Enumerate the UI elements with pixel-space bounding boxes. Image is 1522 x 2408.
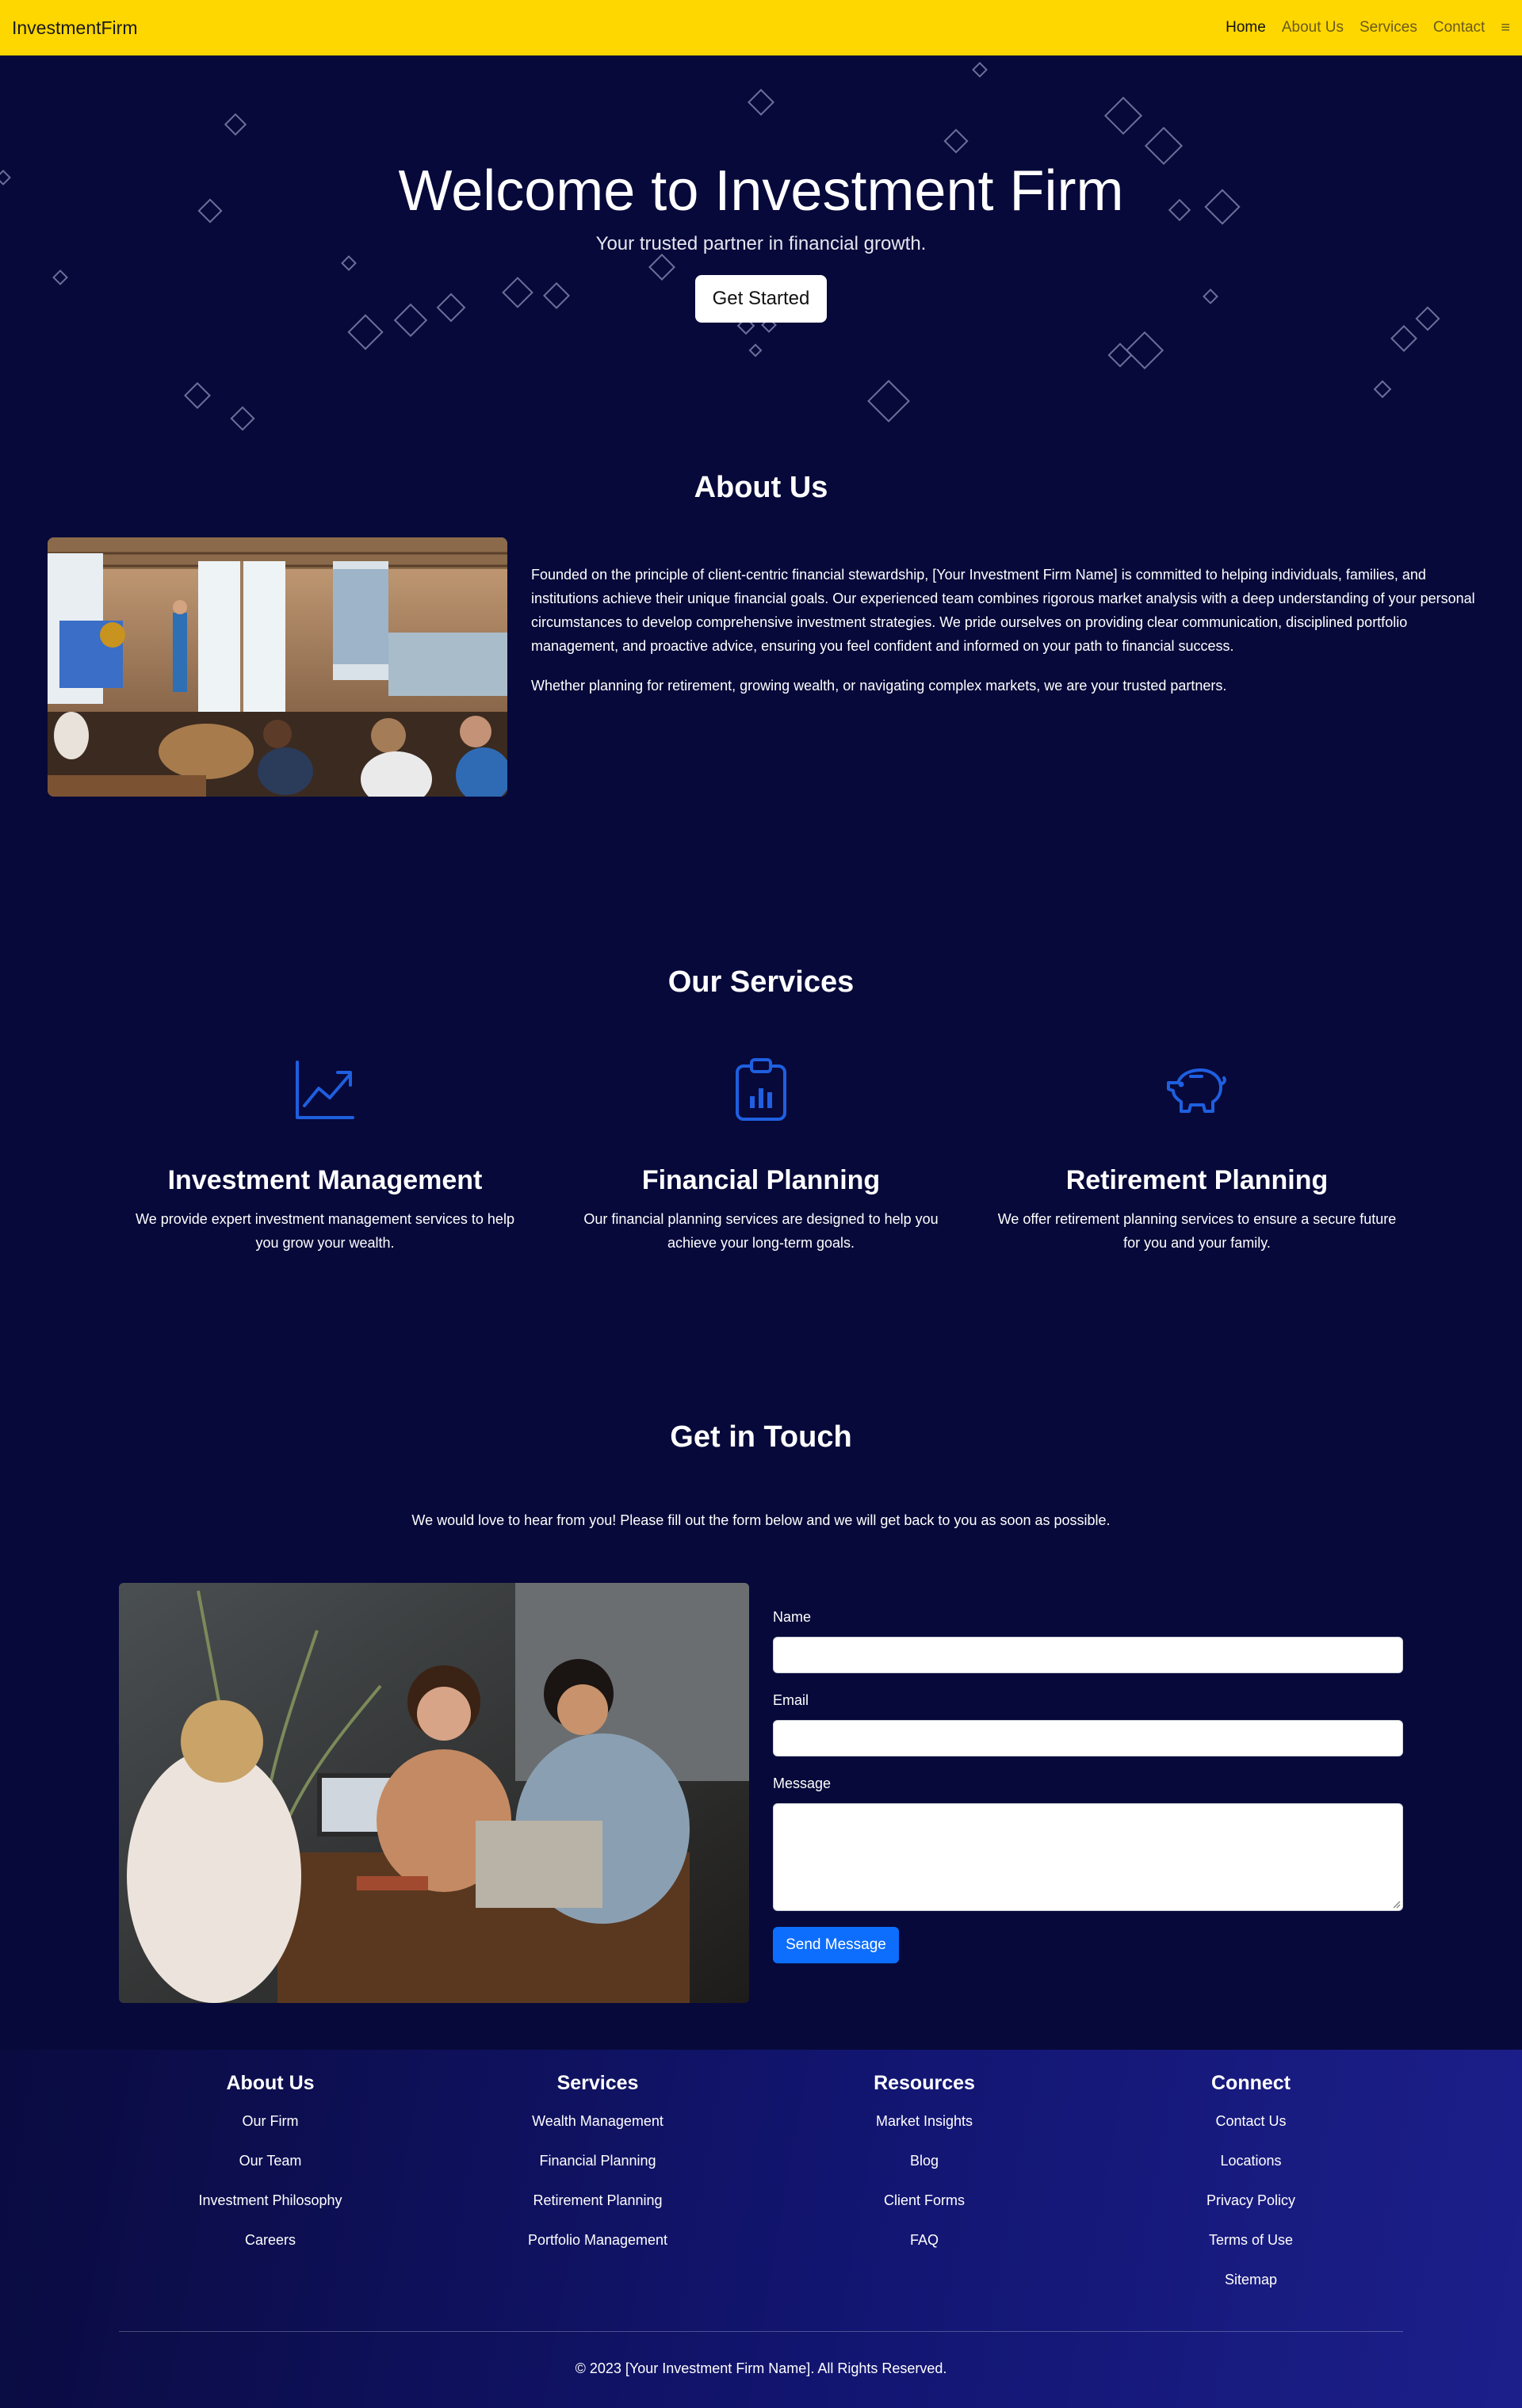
footer-link[interactable]: Careers [104,2231,437,2271]
footer-link[interactable]: Financial Planning [431,2152,764,2192]
footer-link[interactable]: Our Team [104,2152,437,2192]
contact-title: Get in Touch [670,1420,852,1454]
name-label: Name [773,1609,812,1625]
service-title: Investment Management [167,1165,483,1195]
email-label: Email [773,1692,809,1708]
about-paragraph-2: Whether planning for retirement, growing… [531,678,1227,694]
message-label: Message [773,1775,832,1791]
piggy-bank-icon [995,1054,1399,1126]
brand-logo[interactable]: InvestmentFirm [12,17,137,39]
clipboard-data-icon [559,1054,963,1126]
footer-link[interactable]: Investment Philosophy [104,2192,437,2231]
nav-links: Home About Us Services Contact ≡ [1226,19,1510,37]
service-title: Financial Planning [641,1165,881,1195]
footer-link[interactable]: Locations [1084,2152,1417,2192]
services-title: Our Services [667,965,855,999]
nav-link-home[interactable]: Home [1226,19,1266,36]
footer-column-resources: Resources Market Insights Blog Client Fo… [758,2072,1091,2271]
about-title: About Us [694,471,828,504]
footer-link[interactable]: Portfolio Management [431,2231,764,2271]
name-input[interactable] [773,1637,1403,1673]
footer-link[interactable]: Privacy Policy [1084,2192,1417,2231]
footer-column-title: Services [556,2072,639,2094]
contact-form: Name Email Message Send Message [773,1609,1403,1963]
service-description: We provide expert investment management … [136,1211,514,1251]
footer-column-about: About Us Our Firm Our Team Investment Ph… [104,2072,437,2271]
hero-subtitle: Your trusted partner in financial growth… [595,233,927,254]
footer-link[interactable]: Our Firm [104,2112,437,2152]
email-input[interactable] [773,1720,1403,1756]
hamburger-icon[interactable]: ≡ [1501,19,1510,37]
service-card-financial-planning: Financial Planning Our financial plannin… [559,1054,963,1255]
nav-link-about[interactable]: About Us [1282,19,1344,36]
contact-intro: We would love to hear from you! Please f… [411,1512,1111,1528]
footer: About Us Our Firm Our Team Investment Ph… [0,2050,1522,2408]
hero-section: Welcome to Investment Firm Your trusted … [0,55,1522,436]
footer-link[interactable]: Sitemap [1084,2271,1417,2311]
footer-divider [119,2331,1403,2332]
footer-column-services: Services Wealth Management Financial Pla… [431,2072,764,2271]
service-description: We offer retirement planning services to… [997,1211,1397,1251]
footer-link[interactable]: Blog [758,2152,1091,2192]
about-office-image [48,537,507,797]
service-description: Our financial planning services are desi… [583,1211,939,1251]
footer-link[interactable]: Market Insights [758,2112,1091,2152]
get-started-button[interactable]: Get Started [695,275,827,323]
service-card-retirement: Retirement Planning We offer retirement … [995,1054,1399,1255]
copyright-text: © 2023 [Your Investment Firm Name]. All … [575,2360,947,2376]
service-card-investment: Investment Management We provide expert … [123,1054,527,1255]
footer-column-connect: Connect Contact Us Locations Privacy Pol… [1084,2072,1417,2311]
message-textarea[interactable] [773,1803,1403,1911]
nav-link-contact[interactable]: Contact [1433,19,1485,36]
contact-people-image [119,1583,749,2003]
hero-title: Welcome to Investment Firm [398,159,1124,223]
navbar: InvestmentFirm Home About Us Services Co… [0,0,1522,55]
footer-link[interactable]: Contact Us [1084,2112,1417,2152]
footer-link[interactable]: Client Forms [758,2192,1091,2231]
footer-column-title: Resources [874,2072,975,2094]
chart-line-icon [123,1054,527,1126]
about-paragraph-1: Founded on the principle of client-centr… [531,567,1475,654]
resize-handle-icon[interactable] [1391,1899,1401,1909]
send-message-button[interactable]: Send Message [773,1927,899,1963]
service-title: Retirement Planning [1065,1165,1329,1195]
nav-link-services[interactable]: Services [1359,19,1417,36]
footer-link[interactable]: Terms of Use [1084,2231,1417,2271]
about-text: Founded on the principle of client-centr… [531,563,1482,713]
footer-column-title: About Us [226,2072,315,2094]
footer-link[interactable]: Wealth Management [431,2112,764,2152]
footer-link[interactable]: Retirement Planning [431,2192,764,2231]
footer-column-title: Connect [1211,2072,1291,2094]
footer-link[interactable]: FAQ [758,2231,1091,2271]
